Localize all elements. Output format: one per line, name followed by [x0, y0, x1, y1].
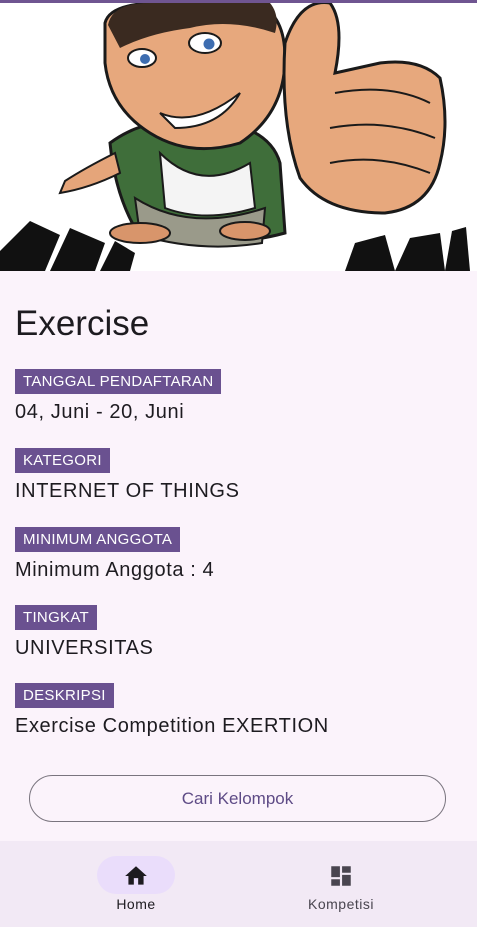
minimum-members-value: Minimum Anggota : 4: [15, 559, 215, 581]
dashboard-icon: [331, 866, 351, 886]
competition-detail-panel: Exercise TANGGAL PENDAFTARAN 04, Juni - …: [0, 271, 477, 841]
hero-image: [0, 3, 477, 271]
nav-label-competitions: Kompetisi: [308, 896, 374, 912]
category-label: KATEGORI: [15, 448, 110, 473]
level-label: TINGKAT: [15, 605, 97, 630]
nav-label-home: Home: [116, 896, 156, 912]
minimum-members-field: MINIMUM ANGGOTA Minimum Anggota : 4: [15, 527, 214, 582]
minimum-members-label: MINIMUM ANGGOTA: [15, 527, 181, 552]
home-icon: [125, 866, 147, 885]
nav-item-home[interactable]: Home: [56, 841, 216, 927]
cartoon-thumbs-up-image: [0, 3, 477, 271]
description-field: DESKRIPSI Exercise Competition EXERTION: [15, 683, 329, 738]
description-value: Exercise Competition EXERTION: [15, 715, 329, 737]
description-label: DESKRIPSI: [15, 683, 114, 708]
registration-date-value: 04, Juni - 20, Juni: [15, 401, 185, 423]
registration-date-field: TANGGAL PENDAFTARAN 04, Juni - 20, Juni: [15, 369, 222, 424]
registration-date-label: TANGGAL PENDAFTARAN: [15, 369, 222, 394]
competition-detail-screen: Exercise TANGGAL PENDAFTARAN 04, Juni - …: [0, 0, 477, 927]
category-field: KATEGORI INTERNET OF THINGS: [15, 448, 240, 503]
find-group-button[interactable]: Cari Kelompok: [29, 775, 446, 822]
bottom-navigation: Home Kompetisi: [0, 841, 477, 927]
nav-item-competitions[interactable]: Kompetisi: [261, 841, 421, 927]
competition-title: Exercise: [15, 304, 150, 343]
level-value: UNIVERSITAS: [15, 637, 154, 659]
level-field: TINGKAT UNIVERSITAS: [15, 605, 153, 660]
category-value: INTERNET OF THINGS: [15, 480, 240, 502]
